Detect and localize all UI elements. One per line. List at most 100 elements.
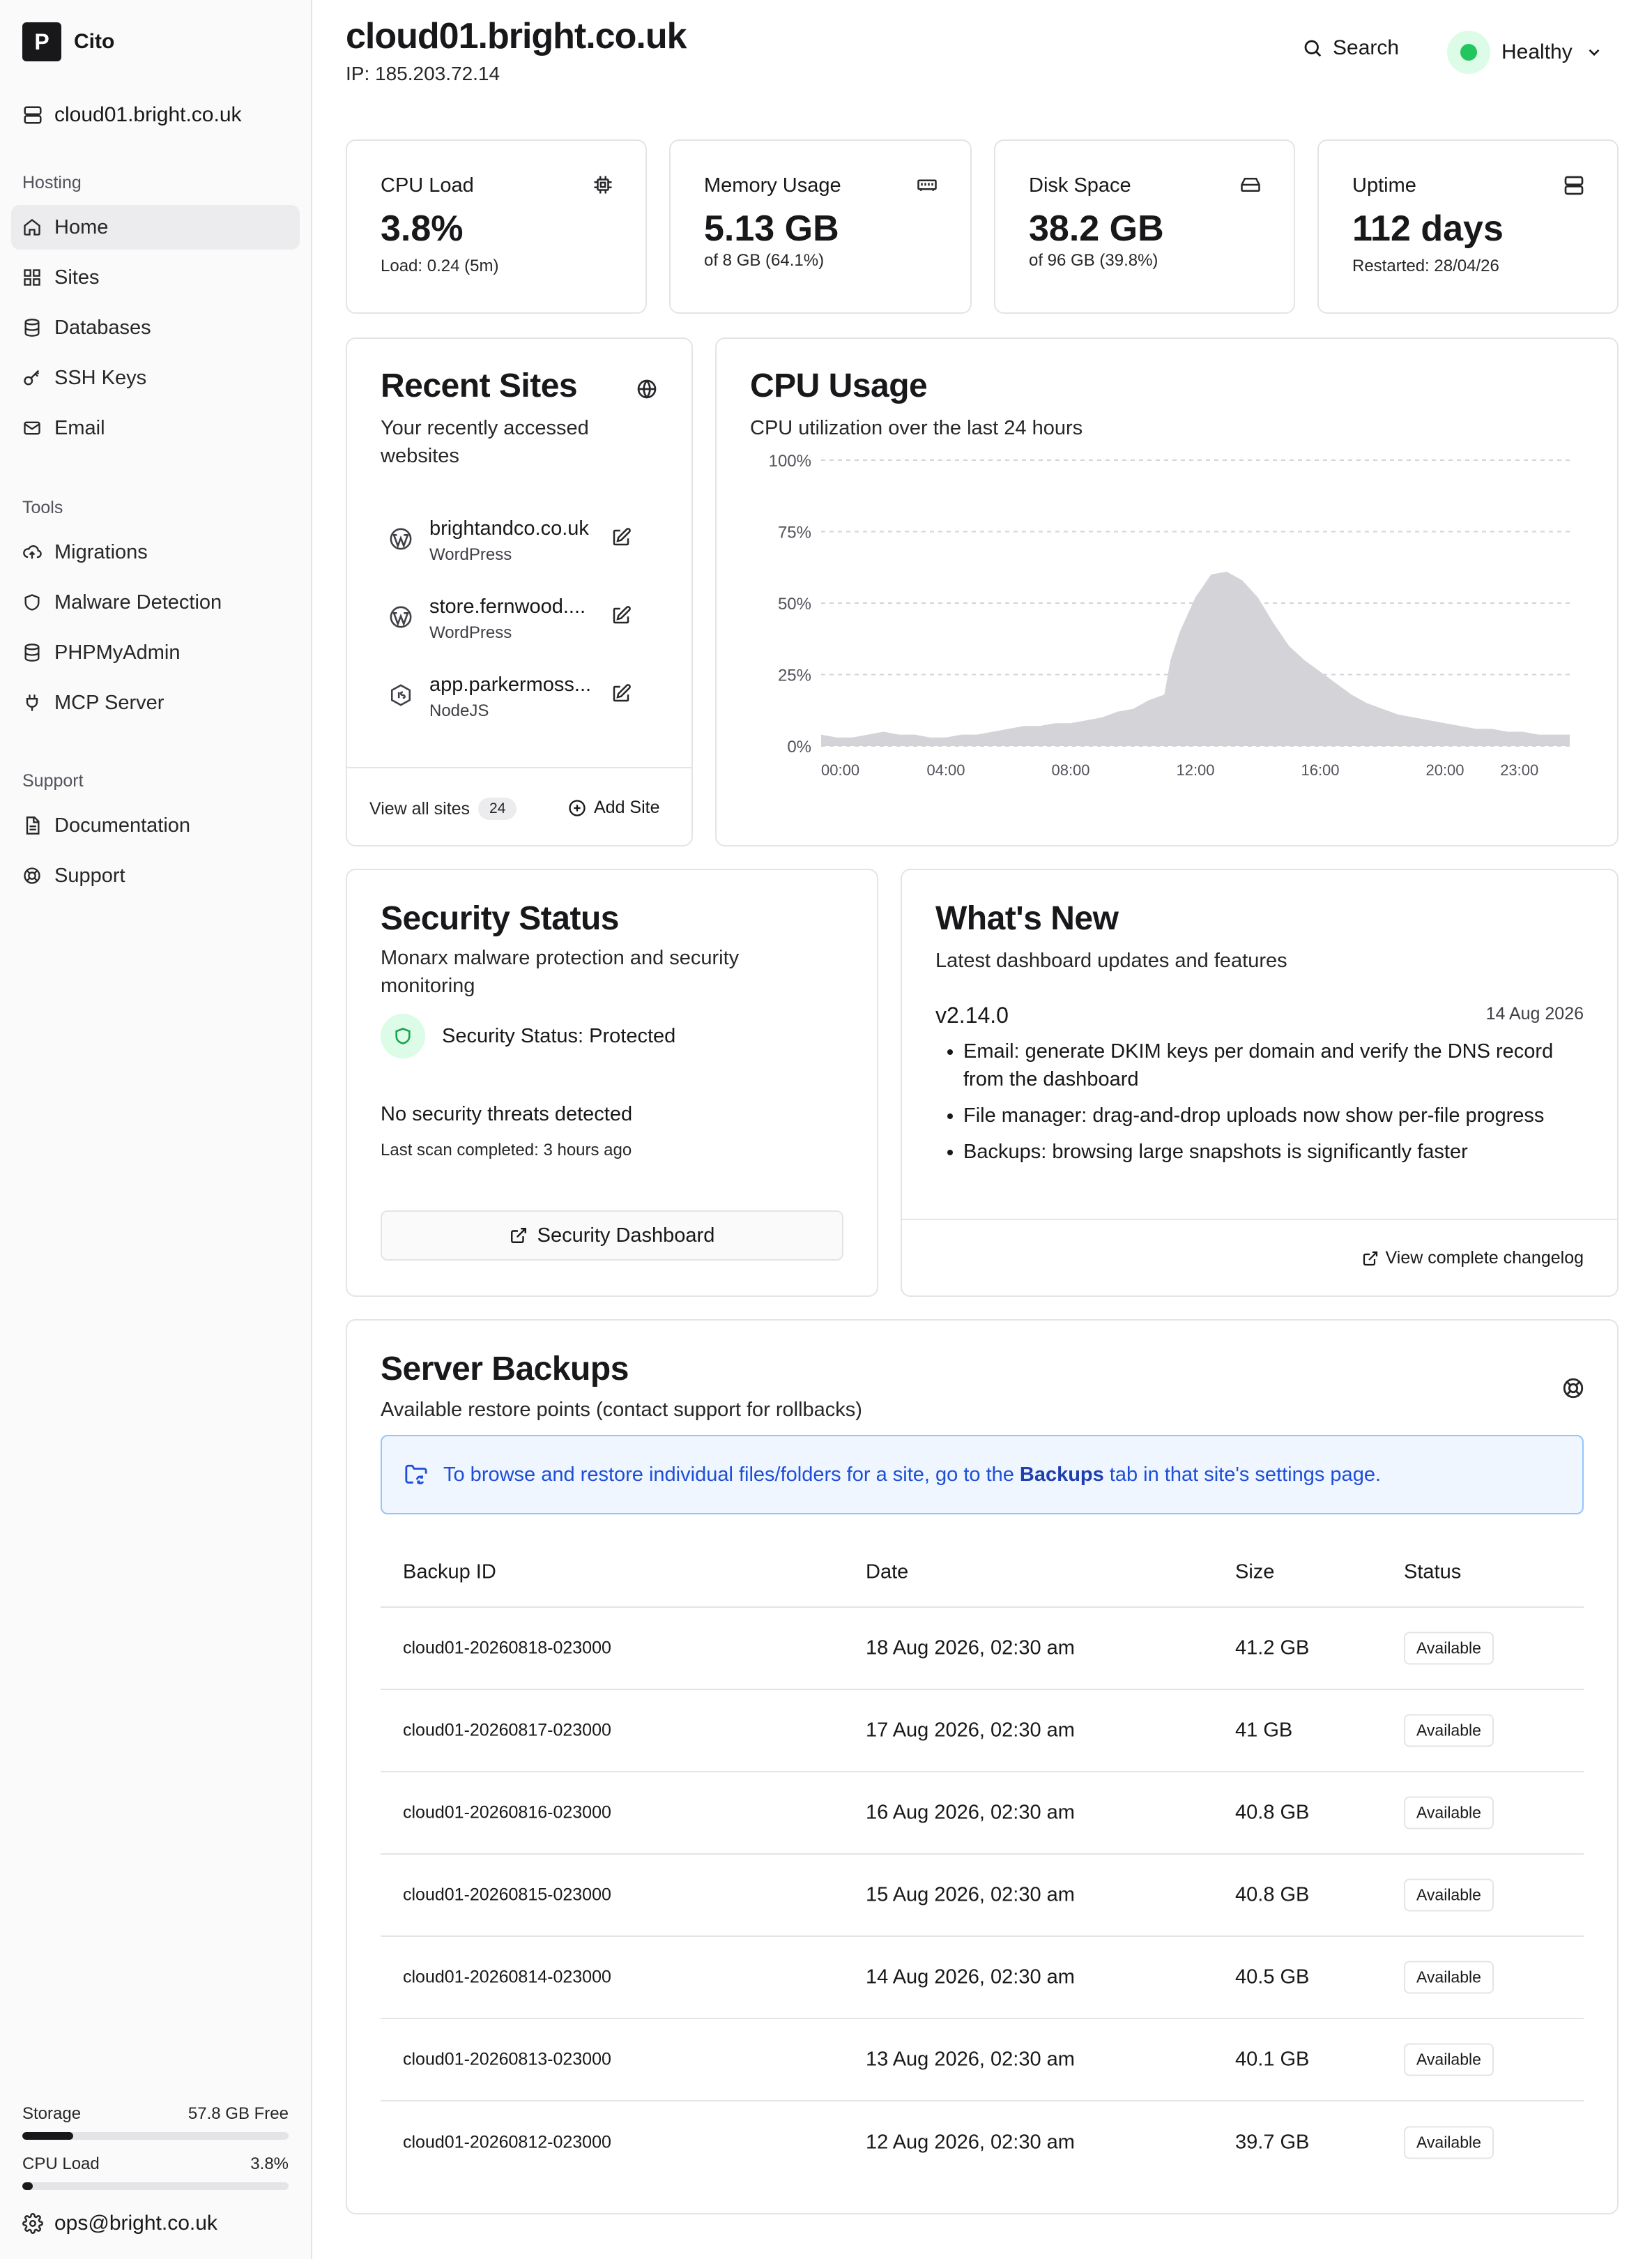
- edit-icon[interactable]: [611, 605, 632, 626]
- security-status-description: Monarx malware protection and security m…: [381, 947, 740, 997]
- cpu-load-meter: CPU Load 3.8%: [22, 2154, 289, 2190]
- backup-id: cloud01-20260815-023000: [403, 1885, 611, 1905]
- external-link-icon: [510, 1228, 526, 1243]
- x-tick-label: 08:00: [1051, 761, 1089, 779]
- sidebar-item-documentation[interactable]: Documentation: [11, 803, 300, 848]
- server-selector[interactable]: cloud01.bright.co.uk: [22, 103, 242, 127]
- backup-size: 41.2 GB: [1235, 1636, 1310, 1659]
- stat-sub: Load: 0.24 (5m): [381, 257, 499, 275]
- recent-sites-description: Your recently accessed websites: [381, 417, 589, 467]
- last-scan-text: Last scan completed: 3 hours ago: [381, 1141, 632, 1159]
- backup-date: 15 Aug 2026, 02:30 am: [866, 1883, 1075, 1906]
- sidebar-item-label: PHPMyAdmin: [54, 641, 181, 664]
- security-dashboard-label: Security Dashboard: [537, 1224, 715, 1247]
- whats-new-title: What's New: [935, 900, 1119, 937]
- site-type: WordPress: [429, 623, 512, 642]
- security-status-indicator: Security Status: Protected: [381, 1014, 675, 1058]
- shield-icon: [24, 594, 40, 611]
- backups-info-alert: To browse and restore individual files/f…: [381, 1435, 1584, 1514]
- view-all-sites-link[interactable]: View all sites 24: [369, 798, 517, 820]
- status-badge: Available: [1404, 1632, 1494, 1665]
- brand-logo: P: [22, 22, 61, 61]
- sidebar-item-label: SSH Keys: [54, 366, 147, 389]
- add-site-button[interactable]: Add Site: [567, 798, 660, 818]
- sidebar-item-malware-detection[interactable]: Malware Detection: [11, 580, 300, 625]
- backup-date: 14 Aug 2026, 02:30 am: [866, 1965, 1075, 1988]
- cpu-chip-icon: [594, 176, 612, 194]
- stat-card-uptime: Uptime 112 days Restarted: 28/04/26: [1317, 139, 1619, 314]
- search-button[interactable]: Search: [1302, 36, 1399, 60]
- site-name[interactable]: store.fernwood....: [429, 595, 604, 618]
- sidebar-item-home[interactable]: Home: [11, 205, 300, 250]
- sidebar-item-support[interactable]: Support: [11, 853, 300, 898]
- document-icon: [26, 816, 40, 835]
- stat-value: 38.2 GB: [1029, 208, 1164, 249]
- table-row[interactable]: cloud01-20260812-023000 12 Aug 2026, 02:…: [381, 2101, 1584, 2184]
- stat-label: CPU Load: [381, 174, 474, 197]
- sidebar-item-databases[interactable]: Databases: [11, 305, 300, 350]
- list-item: Email: generate DKIM keys per domain and…: [963, 1037, 1563, 1093]
- health-status-dropdown[interactable]: Healthy: [1447, 31, 1603, 74]
- sidebar-item-email[interactable]: Email: [11, 406, 300, 450]
- edit-icon[interactable]: [611, 527, 632, 548]
- site-name[interactable]: app.parkermoss...: [429, 674, 604, 697]
- table-row[interactable]: cloud01-20260813-023000 13 Aug 2026, 02:…: [381, 2019, 1584, 2101]
- whats-new-description: Latest dashboard updates and features: [935, 950, 1287, 972]
- site-name[interactable]: brightandco.co.uk: [429, 517, 604, 540]
- backup-size: 40.1 GB: [1235, 2048, 1310, 2071]
- globe-icon: [637, 379, 657, 399]
- sidebar-item-mcp-server[interactable]: MCP Server: [11, 680, 300, 725]
- table-row[interactable]: cloud01-20260816-023000 16 Aug 2026, 02:…: [381, 1772, 1584, 1855]
- sidebar-item-label: Home: [54, 215, 109, 238]
- table-row[interactable]: cloud01-20260818-023000 18 Aug 2026, 02:…: [381, 1608, 1584, 1690]
- x-tick-label: 00:00: [821, 761, 859, 779]
- sidebar-item-phpmyadmin[interactable]: PHPMyAdmin: [11, 630, 300, 675]
- backup-date: 12 Aug 2026, 02:30 am: [866, 2131, 1075, 2154]
- status-indicator: [1447, 31, 1490, 74]
- grid-icon: [24, 269, 40, 286]
- brand[interactable]: P Cito: [22, 22, 114, 61]
- cpu-usage-chart: 100% 75% 50% 25% 0% 00:00 04:00 08:00 12:00 16:00…: [769, 452, 1570, 779]
- home-icon: [24, 219, 40, 236]
- column-header-size[interactable]: Size: [1235, 1561, 1274, 1584]
- nav-section-hosting: Hosting: [22, 173, 82, 192]
- table-row[interactable]: cloud01-20260814-023000 14 Aug 2026, 02:…: [381, 1937, 1584, 2019]
- cpu-load-meter-fill: [22, 2182, 33, 2190]
- plug-icon: [26, 694, 38, 711]
- table-row[interactable]: cloud01-20260815-023000 15 Aug 2026, 02:…: [381, 1855, 1584, 1937]
- y-tick-label: 50%: [778, 595, 811, 614]
- status-badge: Available: [1404, 2126, 1494, 2159]
- x-tick-label: 16:00: [1301, 761, 1339, 779]
- stat-label: Memory Usage: [704, 174, 841, 197]
- table-row[interactable]: cloud01-20260817-023000 17 Aug 2026, 02:…: [381, 1690, 1584, 1772]
- y-tick-label: 100%: [769, 452, 811, 471]
- view-changelog-label: View complete changelog: [1385, 1248, 1584, 1268]
- backup-id: cloud01-20260814-023000: [403, 1967, 611, 1987]
- sidebar-item-sites[interactable]: Sites: [11, 255, 300, 300]
- gear-icon: [22, 2213, 43, 2234]
- lifebuoy-icon[interactable]: [1561, 1376, 1585, 1400]
- site-type: NodeJS: [429, 701, 489, 720]
- list-item[interactable]: store.fernwood.... WordPress: [389, 595, 654, 651]
- x-tick-label: 23:00: [1500, 761, 1538, 779]
- sidebar-item-migrations[interactable]: Migrations: [11, 530, 300, 575]
- sidebar-item-label: Malware Detection: [54, 591, 222, 614]
- storage-meter-value: 57.8 GB Free: [188, 2104, 289, 2123]
- security-dashboard-button[interactable]: Security Dashboard: [381, 1210, 843, 1261]
- column-header-backup-id[interactable]: Backup ID: [403, 1561, 496, 1584]
- sidebar-item-label: MCP Server: [54, 691, 165, 714]
- x-tick-label: 20:00: [1425, 761, 1464, 779]
- column-header-status[interactable]: Status: [1404, 1561, 1461, 1584]
- cpu-usage-description: CPU utilization over the last 24 hours: [750, 417, 1083, 439]
- y-tick-label: 75%: [778, 524, 811, 542]
- edit-icon[interactable]: [611, 683, 632, 704]
- view-changelog-link[interactable]: View complete changelog: [1362, 1248, 1584, 1268]
- user-email: ops@bright.co.uk: [54, 2212, 217, 2235]
- stat-value: 5.13 GB: [704, 208, 839, 249]
- list-item[interactable]: app.parkermoss... NodeJS: [389, 674, 654, 729]
- column-header-date[interactable]: Date: [866, 1561, 908, 1584]
- user-menu[interactable]: ops@bright.co.uk: [22, 2212, 217, 2235]
- status-badge: Available: [1404, 2043, 1494, 2076]
- sidebar-item-ssh-keys[interactable]: SSH Keys: [11, 356, 300, 400]
- list-item[interactable]: brightandco.co.uk WordPress: [389, 517, 654, 573]
